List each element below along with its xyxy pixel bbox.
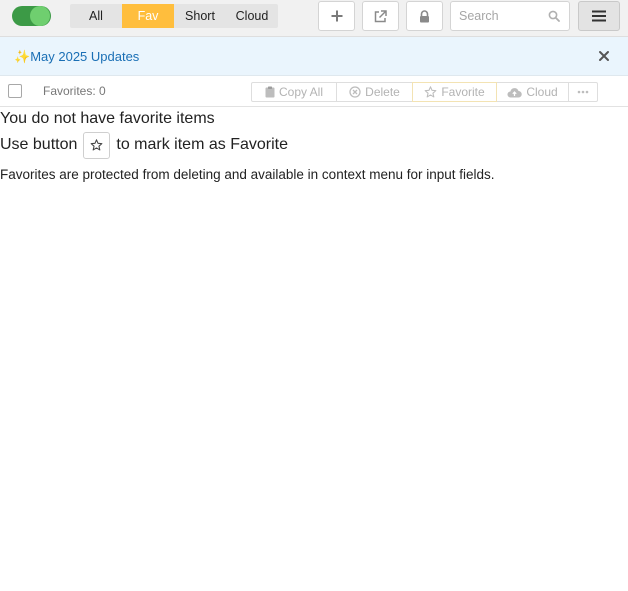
empty-state-instructions: Use button to mark item as Favorite	[0, 131, 288, 159]
empty-state-note: Favorites are protected from deleting an…	[0, 167, 495, 182]
favorite-button[interactable]: Favorite	[412, 82, 497, 102]
tab-all[interactable]: All	[70, 4, 122, 28]
circle-x-icon	[349, 86, 361, 98]
sparkle-icon: ✨	[14, 49, 31, 64]
add-item-button[interactable]	[318, 1, 355, 31]
cloud-upload-icon	[507, 87, 523, 98]
bulk-actions: Copy All Delete Favorite Cloud	[251, 82, 598, 102]
action-bar: Favorites: 0 Copy All Delete Favorite Cl…	[0, 76, 628, 107]
favorite-star-button[interactable]	[83, 131, 111, 159]
search-box	[450, 1, 570, 31]
favorites-count: Favorites: 0	[43, 84, 106, 98]
star-outline-icon	[90, 139, 103, 151]
tab-fav[interactable]: Fav	[122, 4, 174, 28]
hamburger-menu-icon	[592, 10, 606, 22]
cloud-button[interactable]: Cloud	[496, 82, 569, 102]
instruction-after: to mark item as Favorite	[116, 136, 288, 153]
select-all-checkbox[interactable]	[8, 84, 22, 98]
delete-button[interactable]: Delete	[336, 82, 413, 102]
filter-tabs: All Fav Short Cloud	[70, 4, 278, 28]
copy-all-button[interactable]: Copy All	[251, 82, 337, 102]
instruction-before: Use button	[0, 136, 78, 153]
lock-button[interactable]	[406, 1, 443, 31]
favorite-label: Favorite	[441, 85, 485, 99]
more-dots-icon	[577, 90, 589, 94]
search-input[interactable]	[451, 2, 547, 30]
tab-cloud[interactable]: Cloud	[226, 4, 278, 28]
toggle-knob	[30, 6, 50, 26]
more-actions-button[interactable]	[568, 82, 598, 102]
delete-label: Delete	[365, 85, 400, 99]
external-link-icon	[374, 9, 387, 22]
search-icon[interactable]	[548, 10, 560, 22]
updates-link[interactable]: ✨May 2025 Updates	[14, 49, 139, 65]
enable-toggle[interactable]	[12, 6, 51, 26]
lock-icon	[420, 9, 429, 22]
main-menu-button[interactable]	[578, 1, 620, 31]
top-toolbar: All Fav Short Cloud	[0, 0, 628, 37]
star-outline-icon	[424, 86, 437, 98]
popout-button[interactable]	[362, 1, 399, 31]
cloud-label: Cloud	[526, 85, 558, 99]
tab-short[interactable]: Short	[174, 4, 226, 28]
empty-state-title: You do not have favorite items	[0, 110, 215, 127]
clipboard-icon	[265, 86, 275, 98]
close-icon[interactable]	[597, 49, 611, 63]
updates-banner: ✨May 2025 Updates	[0, 37, 628, 76]
copy-all-label: Copy All	[278, 85, 324, 99]
updates-link-text: May 2025 Updates	[30, 49, 140, 64]
plus-icon	[331, 10, 342, 22]
